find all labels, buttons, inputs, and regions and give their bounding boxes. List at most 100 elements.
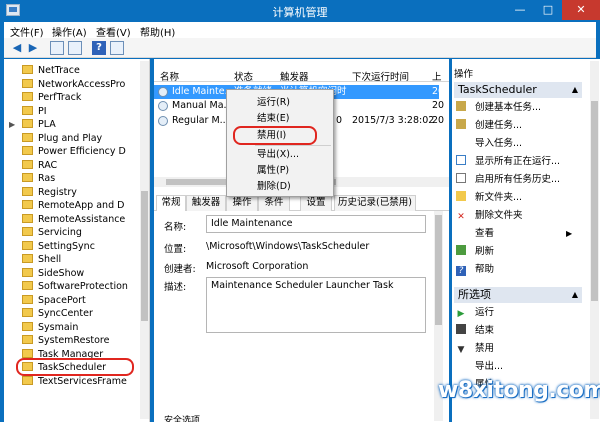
collapse-arrow-icon[interactable]: ▲ <box>572 82 578 98</box>
show-hide-tree-icon[interactable] <box>68 41 82 55</box>
tree-item[interactable]: RemoteApp and D <box>22 199 124 212</box>
section-taskscheduler[interactable]: TaskScheduler ▲ <box>454 82 582 98</box>
menu-item-end[interactable]: 结束(E) <box>257 112 289 126</box>
tree-item[interactable]: Sysmain <box>22 321 78 334</box>
folder-icon <box>22 200 33 209</box>
tree-item[interactable]: Plug and Play <box>22 132 102 145</box>
tree-item[interactable]: NetTrace <box>22 64 80 77</box>
detail-tabs: 常规 触发器 操作 条件 设置 历史记录(已禁用) <box>154 195 449 212</box>
delete-icon: ✕ <box>457 212 465 222</box>
scroll-thumb[interactable] <box>435 215 442 325</box>
tree-item[interactable]: SystemRestore <box>22 334 109 347</box>
folder-icon <box>22 335 33 344</box>
navigation-tree: NetTrace NetworkAccessPro PerfTrack PI ▶… <box>4 59 150 422</box>
up-folder-icon[interactable] <box>50 41 64 55</box>
menu-separator <box>255 145 331 146</box>
menu-help[interactable]: 帮助(H) <box>140 24 175 39</box>
column-header-trigger[interactable]: 触发器 <box>280 69 309 83</box>
close-button[interactable]: ✕ <box>562 0 600 20</box>
tab-conditions[interactable]: 条件 <box>258 195 290 211</box>
tree-item[interactable]: Shell <box>22 253 61 266</box>
description-field[interactable]: Maintenance Scheduler Launcher Task <box>206 277 426 333</box>
menu-file[interactable]: 文件(F) <box>10 24 44 39</box>
folder-icon <box>22 146 33 155</box>
watermark: w8xitong.com <box>438 378 600 414</box>
tree-item[interactable]: Registry <box>22 186 77 199</box>
action-export[interactable]: 导出... <box>456 360 503 374</box>
tree-item[interactable]: RAC <box>22 159 57 172</box>
tree-item[interactable]: Power Efficiency D <box>22 145 126 158</box>
column-header-next-run[interactable]: 下次运行时间 <box>352 69 409 83</box>
action-create-task[interactable]: 创建任务... <box>456 119 522 133</box>
menu-item-run[interactable]: 运行(R) <box>257 96 290 110</box>
tree-item[interactable]: SettingSync <box>22 240 95 253</box>
tree-item[interactable]: PerfTrack <box>22 91 81 104</box>
column-header-status[interactable]: 状态 <box>234 69 253 83</box>
tree-item[interactable]: SpacePort <box>22 294 86 307</box>
action-view[interactable]: 查看 ▶ <box>456 227 572 241</box>
import-icon <box>456 137 466 147</box>
folder-icon <box>22 268 33 277</box>
expand-arrow-icon[interactable]: ▶ <box>9 118 15 131</box>
action-create-basic-task[interactable]: 创建基本任务... <box>456 101 541 115</box>
author-label: 创建者: <box>164 264 196 275</box>
action-enable-history[interactable]: 启用所有任务历史... <box>456 173 560 187</box>
show-hide-action-pane-icon[interactable] <box>110 41 124 55</box>
menu-item-delete[interactable]: 删除(D) <box>257 180 291 194</box>
task-clock-icon <box>158 87 168 97</box>
tab-history[interactable]: 历史记录(已禁用) <box>334 195 416 211</box>
tab-actions[interactable]: 操作 <box>226 195 258 211</box>
actions-header: 操作 <box>454 69 474 80</box>
name-field[interactable]: Idle Maintenance <box>206 215 426 233</box>
tree-item[interactable]: SideShow <box>22 267 84 280</box>
tab-general[interactable]: 常规 <box>156 195 186 212</box>
menu-item-properties[interactable]: 属性(P) <box>257 164 289 178</box>
tree-item[interactable]: RemoteAssistance <box>22 213 125 226</box>
scroll-thumb[interactable] <box>141 191 148 321</box>
running-tasks-icon <box>456 155 466 165</box>
tree-item[interactable]: PI <box>22 105 47 118</box>
task-detail-panel: 名称: Idle Maintenance 位置: \Microsoft\Wind… <box>154 211 449 422</box>
tree-scrollbar[interactable] <box>140 61 149 419</box>
tab-triggers[interactable]: 触发器 <box>186 195 226 211</box>
folder-icon <box>22 187 33 196</box>
folder-icon <box>22 79 33 88</box>
actions-scrollbar[interactable] <box>590 61 599 419</box>
action-refresh[interactable]: 刷新 <box>456 245 494 259</box>
action-import-task[interactable]: 导入任务... <box>456 137 522 151</box>
folder-icon <box>22 92 33 101</box>
tree-item[interactable]: SyncCenter <box>22 307 93 320</box>
tree-item[interactable]: ▶ PLA <box>9 118 56 131</box>
action-delete-folder[interactable]: ✕ 删除文件夹 <box>456 209 522 223</box>
column-header-name[interactable]: 名称 <box>160 69 179 83</box>
submenu-arrow-icon: ▶ <box>566 229 573 238</box>
actions-pane: 操作 TaskScheduler ▲ 创建基本任务... 创建任务... 导入任务… <box>452 59 600 422</box>
tree-item[interactable]: NetworkAccessPro <box>22 78 125 91</box>
folder-icon <box>22 119 33 128</box>
collapse-arrow-icon[interactable]: ▲ <box>572 287 578 303</box>
column-header-last-run[interactable]: 上 <box>432 69 442 83</box>
menu-item-export[interactable]: 导出(X)... <box>257 148 299 162</box>
back-arrow-icon[interactable]: ◀ <box>10 41 24 55</box>
tree-item[interactable]: SoftwareProtection <box>22 280 128 293</box>
menu-view[interactable]: 查看(V) <box>96 24 131 39</box>
action-disable[interactable]: ▼ 禁用 <box>456 342 494 356</box>
create-task-icon <box>456 119 466 129</box>
action-run[interactable]: ▶ 运行 <box>456 306 494 320</box>
minimize-button[interactable]: — <box>506 0 534 20</box>
help-icon[interactable]: ? <box>92 41 106 55</box>
action-help[interactable]: ? 帮助 <box>456 263 494 277</box>
tree-item[interactable]: TextServicesFrame <box>22 375 127 388</box>
menu-action[interactable]: 操作(A) <box>52 24 87 39</box>
action-end[interactable]: 结束 <box>456 324 494 338</box>
tab-settings[interactable]: 设置 <box>300 195 332 211</box>
action-new-folder[interactable]: 新文件夹... <box>456 191 522 205</box>
forward-arrow-icon[interactable]: ▶ <box>26 41 40 55</box>
tree-item[interactable]: Ras <box>22 172 55 185</box>
scroll-thumb[interactable] <box>591 101 598 301</box>
description-label: 描述: <box>164 282 187 293</box>
tree-item[interactable]: Servicing <box>22 226 82 239</box>
section-selected-item[interactable]: 所选项 ▲ <box>454 287 582 303</box>
maximize-button[interactable]: □ <box>534 0 562 20</box>
action-show-running[interactable]: 显示所有正在运行... <box>456 155 560 169</box>
